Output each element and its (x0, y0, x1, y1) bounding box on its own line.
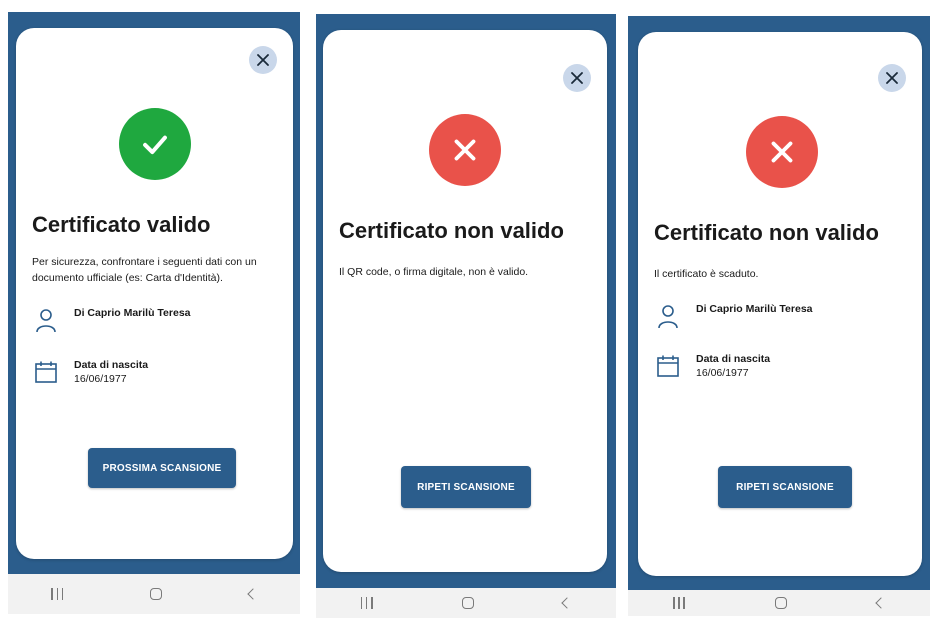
person-name: Di Caprio Marilù Teresa (696, 303, 813, 315)
recent-apps-icon[interactable] (51, 588, 64, 600)
recent-apps-icon[interactable] (673, 597, 685, 609)
page-title: Certificato non valido (339, 218, 564, 243)
description-text: Il QR code, o firma digitale, non è vali… (339, 266, 529, 278)
description-text: Il certificato è scaduto. (654, 268, 759, 280)
close-button[interactable] (878, 64, 906, 92)
home-icon[interactable] (149, 588, 162, 600)
close-icon (257, 54, 269, 66)
page-title: Certificato valido (32, 212, 211, 237)
cross-icon (771, 141, 793, 163)
birth-date-label: Data di nascita (74, 359, 149, 371)
android-nav-bar (316, 588, 616, 618)
home-icon[interactable] (461, 597, 474, 609)
back-icon[interactable] (875, 597, 887, 609)
phone-screen-expired: Certificato non valido Il certificato è … (628, 16, 930, 616)
close-icon (571, 72, 583, 84)
birth-date-value: 16/06/1977 (74, 373, 127, 385)
back-icon[interactable] (561, 597, 573, 609)
next-scan-button[interactable]: PROSSIMA SCANSIONE (88, 448, 236, 488)
person-row: Di Caprio Marilù Teresa (656, 302, 813, 328)
back-icon[interactable] (246, 588, 259, 600)
phone-screen-invalid-qr: Certificato non valido Il QR code, o fir… (316, 14, 616, 618)
android-nav-bar (628, 590, 930, 616)
result-card: Certificato non valido Il certificato è … (638, 32, 922, 576)
status-valid-badge (119, 108, 191, 180)
android-nav-bar (8, 574, 300, 614)
close-button[interactable] (563, 64, 591, 92)
close-icon (886, 72, 898, 84)
birth-date-row: Data di nascita 16/06/1977 (656, 352, 770, 380)
result-card: Certificato valido Per sicurezza, confro… (16, 28, 293, 559)
status-invalid-badge (746, 116, 818, 188)
recent-apps-icon[interactable] (360, 597, 373, 609)
phone-screen-valid: Certificato valido Per sicurezza, confro… (8, 12, 300, 614)
person-name: Di Caprio Marilù Teresa (74, 307, 191, 319)
close-button[interactable] (249, 46, 277, 74)
birth-date-row: Data di nascita 16/06/1977 (34, 358, 148, 386)
cross-icon (454, 139, 476, 161)
result-card: Certificato non valido Il QR code, o fir… (323, 30, 607, 572)
person-icon (36, 309, 56, 332)
person-row: Di Caprio Marilù Teresa (34, 306, 191, 332)
description-text: Per sicurezza, confrontare i seguenti da… (32, 256, 257, 284)
calendar-icon (657, 355, 679, 377)
check-icon (143, 135, 167, 155)
page-title: Certificato non valido (654, 220, 879, 245)
birth-date-label: Data di nascita (696, 353, 771, 365)
status-invalid-badge (429, 114, 501, 186)
repeat-scan-button[interactable]: RIPETI SCANSIONE (718, 466, 852, 508)
person-icon (658, 305, 678, 328)
repeat-scan-button[interactable]: RIPETI SCANSIONE (401, 466, 531, 508)
calendar-icon (35, 361, 57, 383)
home-icon[interactable] (775, 597, 787, 609)
birth-date-value: 16/06/1977 (696, 367, 749, 379)
